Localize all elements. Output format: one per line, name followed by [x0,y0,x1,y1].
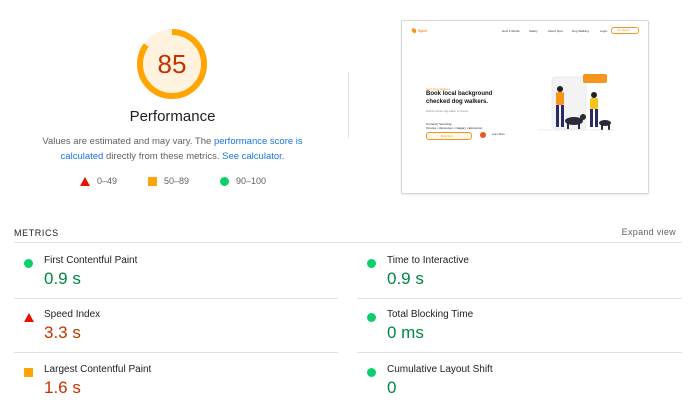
metric-value: 0.9 s [44,269,81,288]
thumb-secondary: Learn More [492,133,505,136]
metric-value: 3.3 s [44,323,81,342]
metric-label: Speed Index [44,309,101,320]
thumb-nav-button-label: Get Started [617,29,630,32]
thumb-nav-3: About Spot [548,29,563,33]
thumb-nav-1: How It Works [502,29,520,33]
metrics-header: METRICS [14,228,59,238]
thumb-nav-4: Dog Walking [572,29,589,33]
metric-value: 0.9 s [387,269,424,288]
thumb-cta-button: Book Now [426,132,472,140]
thumb-dog-walker-illustration-icon [538,74,616,131]
see-calculator-link[interactable]: See calculator. [222,151,284,162]
thumb-play-icon [480,132,486,138]
legend-pass: 90–100 [220,176,266,186]
green-circle-icon [24,259,33,268]
legend-fail-label: 0–49 [97,176,118,186]
green-circle-icon [220,176,229,186]
thumb-cta-label: Book Now [441,134,453,138]
metric-label: First Contentful Paint [44,255,138,266]
page-screenshot-thumbnail[interactable]: Spot How It Works Safety About Spot Dog … [401,20,649,194]
green-circle-icon [367,313,376,322]
thumb-nav-5: Login [600,29,608,33]
bottom-fade [0,394,690,404]
metric-divider [357,352,682,353]
metric-value: 0 ms [387,323,424,342]
legend-fail: 0–49 [80,176,117,186]
metric-divider [357,298,682,299]
green-circle-icon [367,368,376,377]
legend-average-label: 50–89 [164,176,190,186]
thumb-headline-1: Book local background [426,91,493,97]
metric-label: Cumulative Layout Shift [387,364,493,375]
metric-label: Largest Contentful Paint [44,364,152,375]
legend-average: 50–89 [148,176,189,186]
performance-gauge: 85 [136,28,208,100]
red-triangle-icon [80,176,90,186]
expand-view-toggle[interactable]: Expand view [622,227,676,237]
legend-pass-label: 90–100 [236,176,267,186]
spot-logo-icon [410,27,418,34]
red-triangle-icon [24,313,34,322]
green-circle-icon [367,259,376,268]
vertical-divider [348,72,349,138]
spot-logo-text: Spot [418,28,427,33]
metric-label: Time to Interactive [387,255,469,266]
metrics-divider [14,242,682,243]
thumb-serving-cities: Toronto • Vancouver • Calgary • Edmonton [426,126,483,130]
performance-note: Values are estimated and may vary. The p… [20,134,325,164]
thumb-headline-2: checked dog walkers. [426,99,489,105]
metric-divider [14,298,338,299]
score-legend: 0–49 50–89 90–100 [0,176,345,190]
thumb-subtext: Find the perfect dog walker in minutes. [426,110,469,113]
note-text: Values are estimated and may vary. The [42,136,214,147]
note-text-middle: directly from these metrics. [103,151,223,162]
performance-title: Performance [129,108,216,125]
orange-square-icon [148,176,157,186]
metric-label: Total Blocking Time [387,309,474,320]
thumb-nav-2: Safety [529,29,538,33]
orange-square-icon [24,368,33,377]
thumb-nav-button: Get Started [611,27,639,34]
metric-divider [14,352,338,353]
performance-score: 85 [157,49,187,79]
